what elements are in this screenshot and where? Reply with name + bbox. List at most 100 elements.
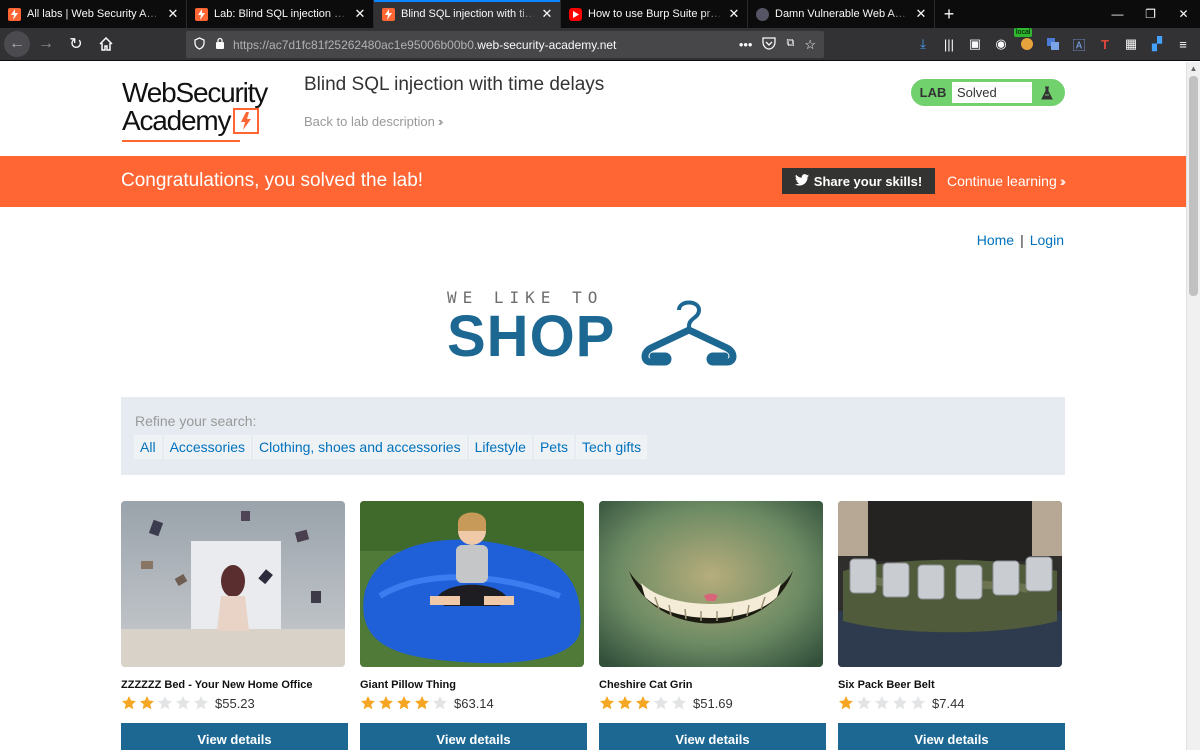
login-link[interactable]: Login <box>1030 232 1064 248</box>
page-actions-icon[interactable]: ••• <box>739 37 753 53</box>
tab-title: Lab: Blind SQL injection with time delay… <box>214 8 349 20</box>
t-extension-icon[interactable]: T <box>1096 34 1114 54</box>
extension-local-icon[interactable]: local <box>1014 28 1036 54</box>
scroll-up-icon[interactable]: ▲ <box>1187 62 1200 76</box>
star-rating <box>121 695 211 711</box>
forward-icon[interactable]: → <box>32 30 60 58</box>
address-bar[interactable]: https://ac7d1fc81f25262480ac1e95006b00b0… <box>186 31 824 58</box>
filter-lifestyle[interactable]: Lifestyle <box>468 435 532 459</box>
home-icon[interactable] <box>92 30 120 58</box>
youtube-icon <box>569 7 582 21</box>
dvwa-icon <box>756 7 769 21</box>
twitter-icon <box>794 173 809 189</box>
view-details-button[interactable]: View details <box>121 723 348 750</box>
translator-extension-icon[interactable] <box>1044 34 1062 54</box>
star-empty-icon <box>176 696 190 710</box>
page-scrollbar[interactable]: ▲ <box>1186 62 1200 750</box>
shield-icon[interactable] <box>194 36 205 53</box>
web-security-academy-logo[interactable]: WebSecurity Academy <box>122 77 292 142</box>
filter-panel: Refine your search: All Accessories Clot… <box>121 397 1065 475</box>
product-name: Giant Pillow Thing <box>360 679 456 691</box>
view-details-button[interactable]: View details <box>360 723 587 750</box>
product-image-bed[interactable] <box>121 501 345 667</box>
close-icon[interactable]: ✕ <box>914 6 928 22</box>
restore-icon[interactable]: ❐ <box>1134 0 1167 28</box>
product-price: $63.14 <box>454 695 494 711</box>
filter-all[interactable]: All <box>134 435 162 459</box>
home-link[interactable]: Home <box>977 232 1014 248</box>
close-window-icon[interactable]: ✕ <box>1167 0 1200 28</box>
tab-title: Damn Vulnerable Web App (DVWA) <box>775 8 910 20</box>
flask-icon <box>1032 82 1062 103</box>
back-to-lab-link[interactable]: Back to lab description ›› <box>304 114 443 129</box>
star-rating <box>599 695 689 711</box>
product-name: Six Pack Beer Belt <box>838 679 935 691</box>
back-icon[interactable]: ← <box>4 31 30 57</box>
product-card: Cheshire Cat Grin $51.69 View details <box>599 501 826 750</box>
account-nav: Home | Login <box>977 232 1064 248</box>
download-icon[interactable]: ⤓ <box>914 34 932 54</box>
star-filled-icon <box>600 696 614 710</box>
lab-title: Blind SQL injection with time delays <box>304 74 605 95</box>
tab-title: How to use Burp Suite projects <box>588 8 723 20</box>
browser-tab[interactable]: Lab: Blind SQL injection with time delay… <box>187 0 374 28</box>
logo-underline <box>122 140 240 142</box>
lab-status-widget: LAB Solved <box>911 79 1065 106</box>
product-price: $55.23 <box>215 695 255 711</box>
translate-icon[interactable]: ⧉ <box>786 37 794 53</box>
close-icon[interactable]: ✕ <box>727 6 741 22</box>
grid-extension-icon[interactable]: ▦ <box>1122 34 1140 54</box>
star-filled-icon <box>361 696 375 710</box>
hanger-icon <box>641 300 737 366</box>
shop-logo: WE LIKE TO SHOP <box>447 288 742 368</box>
share-skills-button[interactable]: Share your skills! <box>782 168 935 194</box>
account-icon[interactable]: ◉ <box>992 34 1010 54</box>
minimize-icon[interactable]: — <box>1101 0 1134 28</box>
filter-list: All Accessories Clothing, shoes and acce… <box>134 435 1051 459</box>
product-rating: $51.69 <box>599 695 826 711</box>
tab-strip: All labs | Web Security Academy ✕ Lab: B… <box>0 0 1200 28</box>
url-host: web-security-academy.net <box>477 37 617 52</box>
browser-tab[interactable]: All labs | Web Security Academy ✕ <box>0 0 187 28</box>
menu-icon[interactable]: ≡ <box>1174 34 1192 54</box>
product-image-belt[interactable] <box>838 501 1062 667</box>
close-icon[interactable]: ✕ <box>353 6 367 22</box>
browser-tab-active[interactable]: Blind SQL injection with time delays ✕ <box>374 0 561 28</box>
close-icon[interactable]: ✕ <box>540 6 554 22</box>
star-filled-icon <box>636 696 650 710</box>
browser-tab[interactable]: How to use Burp Suite projects ✕ <box>561 0 748 28</box>
bookmark-star-icon[interactable]: ☆ <box>804 37 816 53</box>
portswigger-icon <box>382 7 395 21</box>
logo-text-line1: WebSecurity <box>122 77 268 108</box>
language-extension-icon[interactable]: 🄰 <box>1070 34 1088 54</box>
library-icon[interactable]: ||| <box>940 34 958 54</box>
filter-accessories[interactable]: Accessories <box>163 435 252 459</box>
reload-icon[interactable]: ↻ <box>62 30 90 58</box>
extensions-icon[interactable]: ▞ <box>1148 34 1166 54</box>
filter-tech-gifts[interactable]: Tech gifts <box>575 435 648 459</box>
product-image-pillow[interactable] <box>360 501 584 667</box>
filter-clothing[interactable]: Clothing, shoes and accessories <box>253 435 467 459</box>
window-controls: — ❐ ✕ <box>1101 0 1200 28</box>
view-details-button[interactable]: View details <box>599 723 826 750</box>
tab-title: All labs | Web Security Academy <box>27 8 162 20</box>
navigation-toolbar: ← → ↻ https://ac7d1fc81f25262480ac1e9500… <box>0 28 1200 61</box>
url-text: https://ac7d1fc81f25262480ac1e95006b00b0… <box>233 38 616 52</box>
view-details-button[interactable]: View details <box>838 723 1065 750</box>
filter-pets[interactable]: Pets <box>533 435 574 459</box>
pocket-icon[interactable] <box>762 36 777 53</box>
lock-icon[interactable] <box>215 37 225 52</box>
continue-learning-link[interactable]: Continue learning ›› <box>947 173 1066 189</box>
close-icon[interactable]: ✕ <box>166 6 180 22</box>
product-image-grin[interactable] <box>599 501 823 667</box>
sidebar-icon[interactable]: ▣ <box>966 34 984 54</box>
star-filled-icon <box>140 696 154 710</box>
product-grid: ZZZZZZ Bed - Your New Home Office $55.23… <box>121 501 1065 750</box>
new-tab-icon[interactable]: + <box>935 0 963 28</box>
product-rating: $7.44 <box>838 695 1065 711</box>
share-button-label: Share your skills! <box>813 173 923 189</box>
scroll-thumb[interactable] <box>1189 76 1198 296</box>
star-empty-icon <box>857 696 871 710</box>
browser-tab[interactable]: Damn Vulnerable Web App (DVWA) ✕ <box>748 0 935 28</box>
continue-label: Continue learning <box>947 173 1057 189</box>
